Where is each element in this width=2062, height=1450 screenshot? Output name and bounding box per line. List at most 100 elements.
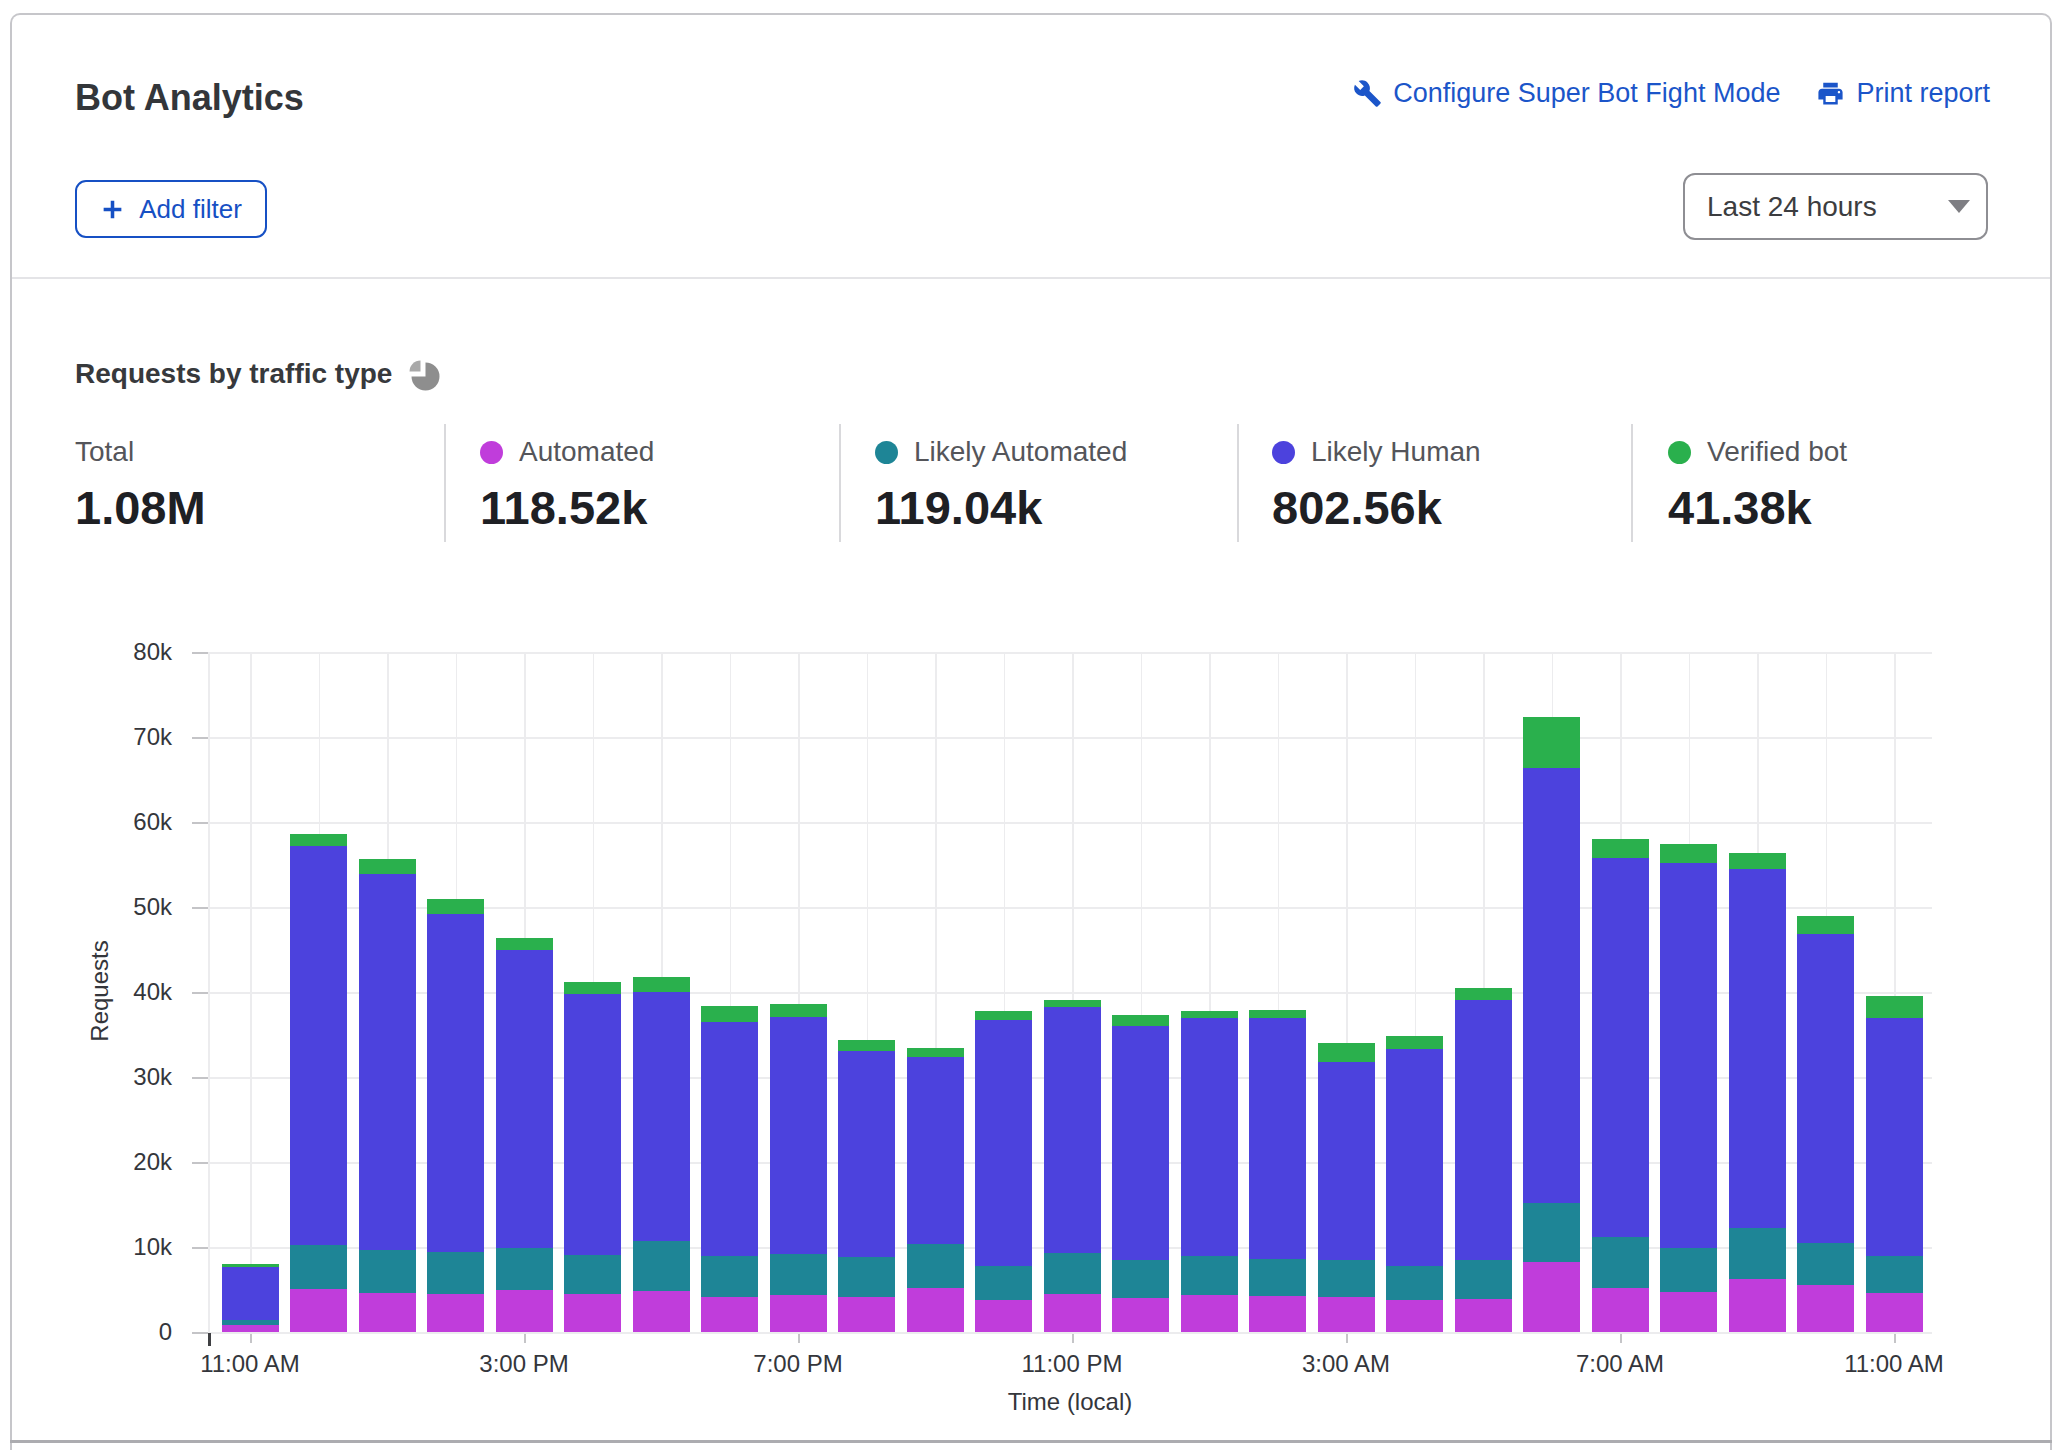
x-axis-label: 7:00 PM — [698, 1350, 898, 1378]
bar-segment-likely-automated — [975, 1266, 1032, 1301]
bar-segment-likely-human — [564, 994, 621, 1255]
bar-segment-likely-automated — [701, 1256, 758, 1298]
bar-segment-likely-human — [1797, 933, 1854, 1242]
bar-segment-verified-bot — [1866, 996, 1923, 1018]
bar-segment-automated — [838, 1296, 895, 1332]
bar-segment-verified-bot — [1455, 988, 1512, 1000]
bar-segment-likely-automated — [290, 1244, 347, 1288]
bar-segment-likely-automated — [222, 1320, 279, 1325]
bar-segment-automated — [1112, 1297, 1169, 1332]
bar-segment-automated — [1386, 1299, 1443, 1332]
bar-segment-verified-bot — [1729, 853, 1786, 869]
bar-segment-likely-automated — [1249, 1258, 1306, 1296]
bar-segment-automated — [1318, 1296, 1375, 1332]
bar-segment-verified-bot — [427, 899, 484, 914]
bar-segment-automated — [1660, 1291, 1717, 1332]
bar-segment-automated — [290, 1288, 347, 1332]
bar-segment-likely-automated — [1866, 1256, 1923, 1293]
bar-segment-likely-automated — [633, 1240, 690, 1291]
bar-segment-verified-bot — [1044, 1000, 1101, 1008]
y-axis-label: 60k — [62, 808, 172, 836]
bar-segment-likely-human — [359, 873, 416, 1250]
bar-segment-verified-bot — [975, 1011, 1032, 1020]
gridline-h — [208, 652, 1932, 654]
axis-line-left — [208, 652, 210, 1332]
y-tick — [192, 992, 208, 994]
bar-segment-likely-human — [1249, 1018, 1306, 1259]
bar-segment-automated — [1044, 1293, 1101, 1332]
bar-segment-verified-bot — [1797, 916, 1854, 935]
bar-segment-likely-automated — [1318, 1259, 1375, 1297]
bar-segment-likely-automated — [496, 1247, 553, 1290]
bar-segment-likely-automated — [770, 1253, 827, 1295]
bar-segment-likely-human — [1660, 862, 1717, 1248]
bar-segment-likely-human — [1318, 1061, 1375, 1260]
bar-segment-automated — [427, 1293, 484, 1332]
bar-segment-automated — [222, 1324, 279, 1332]
bar-segment-likely-automated — [1797, 1242, 1854, 1285]
gridline-v — [250, 652, 252, 1332]
gridline-h — [208, 822, 1932, 824]
bar-segment-verified-bot — [770, 1004, 827, 1017]
y-axis-label: 10k — [62, 1233, 172, 1261]
bar-segment-likely-human — [1386, 1048, 1443, 1266]
bar-segment-likely-human — [1729, 868, 1786, 1228]
bar-segment-verified-bot — [838, 1040, 895, 1051]
y-tick — [192, 822, 208, 824]
x-tick — [250, 1334, 252, 1343]
y-axis-label: 70k — [62, 723, 172, 751]
y-axis-label: 50k — [62, 893, 172, 921]
bar-segment-automated — [975, 1300, 1032, 1332]
y-axis-label: 20k — [62, 1148, 172, 1176]
bar-segment-likely-human — [838, 1050, 895, 1257]
x-tick — [1620, 1334, 1622, 1343]
x-axis-label: 3:00 PM — [424, 1350, 624, 1378]
bar-segment-likely-automated — [359, 1250, 416, 1293]
y-tick — [192, 737, 208, 739]
bar-segment-likely-automated — [1181, 1256, 1238, 1296]
x-axis-origin-tick — [208, 1333, 211, 1346]
bar-segment-automated — [1592, 1287, 1649, 1332]
bar-segment-automated — [359, 1292, 416, 1332]
bar-segment-likely-automated — [838, 1256, 895, 1297]
bar-segment-automated — [1797, 1284, 1854, 1332]
bar-segment-likely-human — [1866, 1018, 1923, 1257]
bar-segment-verified-bot — [1660, 844, 1717, 863]
y-tick — [192, 1247, 208, 1249]
bar-segment-likely-automated — [1455, 1259, 1512, 1299]
gridline-h — [208, 1332, 1932, 1334]
x-axis-label: 3:00 AM — [1246, 1350, 1446, 1378]
y-axis-title: Requests — [86, 926, 114, 1056]
bar-segment-verified-bot — [1249, 1010, 1306, 1018]
bar-segment-verified-bot — [496, 938, 553, 951]
bar-segment-automated — [1249, 1295, 1306, 1332]
x-tick — [524, 1334, 526, 1343]
bar-segment-likely-automated — [1112, 1259, 1169, 1298]
bar-segment-likely-human — [975, 1019, 1032, 1266]
y-tick — [192, 1332, 208, 1334]
y-tick — [192, 1077, 208, 1079]
bar-segment-automated — [1523, 1261, 1580, 1332]
bar-segment-likely-automated — [564, 1254, 621, 1294]
x-axis-label: 11:00 PM — [972, 1350, 1172, 1378]
bar-segment-automated — [770, 1294, 827, 1332]
bar-segment-likely-human — [1592, 857, 1649, 1237]
bar-segment-likely-human — [701, 1021, 758, 1256]
bar-segment-automated — [1455, 1298, 1512, 1332]
x-tick — [1346, 1334, 1348, 1343]
bar-segment-automated — [907, 1287, 964, 1332]
x-tick — [1072, 1334, 1074, 1343]
bottom-divider — [10, 1440, 2052, 1443]
y-tick — [192, 907, 208, 909]
bar-segment-automated — [496, 1290, 553, 1333]
y-axis-label: 40k — [62, 978, 172, 1006]
bar-segment-likely-human — [427, 913, 484, 1252]
bar-segment-verified-bot — [1523, 717, 1580, 768]
bar-segment-automated — [1866, 1292, 1923, 1332]
gridline-h — [208, 737, 1932, 739]
bar-segment-verified-bot — [564, 982, 621, 995]
bar-segment-likely-human — [1455, 999, 1512, 1260]
bar-segment-verified-bot — [290, 834, 347, 846]
bar-segment-likely-automated — [427, 1251, 484, 1293]
bar-segment-automated — [1729, 1278, 1786, 1332]
